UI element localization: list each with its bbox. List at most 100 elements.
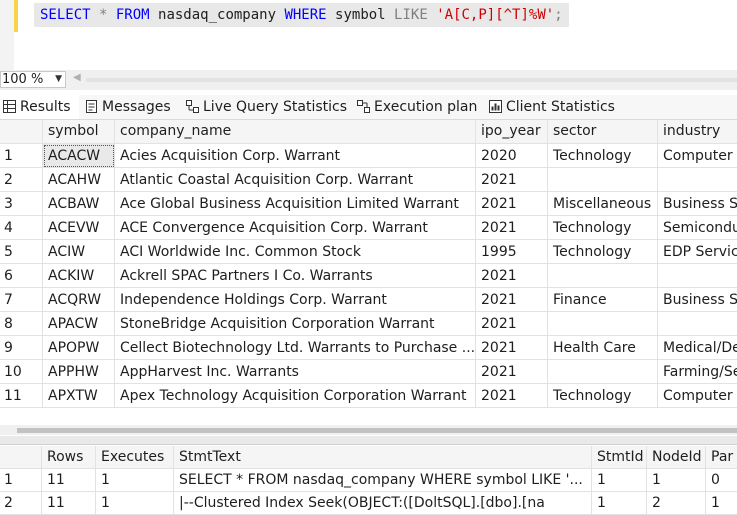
results-cell[interactable]: Technology [548,144,658,168]
results-column-header[interactable]: industry [658,120,737,144]
plan-cell[interactable]: 0 [706,469,737,492]
scroll-left-icon[interactable]: ◀ [73,72,81,83]
results-cell[interactable]: Finance [548,288,658,312]
results-row-number[interactable]: 5 [0,240,43,264]
results-row[interactable]: 5 ACIW ACI Worldwide Inc. Common Stock 1995… [0,240,737,264]
plan-column-header[interactable]: Rows [42,446,96,469]
results-column-header[interactable]: sector [548,120,658,144]
results-cell[interactable]: 2021 [476,384,548,408]
results-cell[interactable]: 2021 [476,360,548,384]
results-row-number[interactable]: 3 [0,192,43,216]
results-cell[interactable]: Apex Technology Acquisition Corporation … [115,384,476,408]
results-cell[interactable] [658,264,737,288]
plan-cell[interactable]: SELECT * FROM nasdaq_company WHERE symbo… [174,469,592,492]
results-cell[interactable] [658,312,737,336]
plan-cell[interactable]: |--Clustered Index Seek(OBJECT:([DoltSQL… [174,492,592,515]
plan-column-header[interactable]: StmtId [592,446,647,469]
results-cell[interactable]: APPHW [43,360,115,384]
tab-execution-plan[interactable]: Execution plan [357,95,477,119]
results-cell[interactable]: APACW [43,312,115,336]
results-cell[interactable]: ACEVW [43,216,115,240]
results-cell[interactable] [548,264,658,288]
plan-cell[interactable]: 1 [592,492,647,515]
results-cell[interactable]: APXTW [43,384,115,408]
results-row[interactable]: 6 ACKIW Ackrell SPAC Partners I Co. Warran… [0,264,737,288]
results-cell[interactable]: 2021 [476,168,548,192]
plan-row[interactable]: 2 11 1 |--Clustered Index Seek(OBJECT:([Do… [0,492,737,515]
results-cell[interactable]: 2021 [476,216,548,240]
results-row[interactable]: 8 APACW StoneBridge Acquisition Corporatio… [0,312,737,336]
results-cell[interactable]: Medical/De [658,336,737,360]
results-cell[interactable]: ACQRW [43,288,115,312]
results-row[interactable]: 3 ACBAW Ace Global Business Acquisition Li… [0,192,737,216]
results-cell[interactable] [548,360,658,384]
scrollbar-thumb[interactable] [17,428,737,433]
plan-row-number[interactable]: 2 [0,492,42,515]
results-cell[interactable]: 2021 [476,336,548,360]
results-cell[interactable]: Business S [658,192,737,216]
results-row[interactable]: 11 APXTW Apex Technology Acquisition Corpo… [0,384,737,408]
results-row[interactable]: 4 ACEVW ACE Convergence Acquisition Corp. … [0,216,737,240]
results-row-number[interactable]: 10 [0,360,43,384]
plan-cell[interactable]: 11 [42,492,96,515]
results-row[interactable]: 7 ACQRW Independence Holdings Corp. Warran… [0,288,737,312]
plan-column-header[interactable]: Par [706,446,737,469]
results-cell[interactable]: 2021 [476,264,548,288]
query-line[interactable]: SELECT * FROM nasdaq_company WHERE symbo… [34,3,569,27]
results-cell[interactable]: 2021 [476,288,548,312]
results-cell[interactable]: Semicondu [658,216,737,240]
plan-cell[interactable]: 2 [647,492,706,515]
results-row-number[interactable]: 7 [0,288,43,312]
editor-horizontal-scrollbar[interactable] [86,78,737,82]
results-cell[interactable]: Atlantic Coastal Acquisition Corp. Warra… [115,168,476,192]
results-cell[interactable]: ACIW [43,240,115,264]
plan-cell[interactable]: 1 [706,492,737,515]
results-cell[interactable]: AppHarvest Inc. Warrants [115,360,476,384]
results-cell[interactable]: Health Care [548,336,658,360]
results-cell[interactable]: Computer S [658,144,737,168]
results-cell[interactable]: Cellect Biotechnology Ltd. Warrants to P… [115,336,476,360]
plan-column-header[interactable]: StmtText [174,446,592,469]
results-row-number[interactable]: 2 [0,168,43,192]
results-cell[interactable]: Acies Acquisition Corp. Warrant [115,144,476,168]
plan-column-header[interactable]: Executes [96,446,174,469]
results-cell[interactable]: Technology [548,240,658,264]
plan-column-header[interactable]: NodeId [647,446,706,469]
results-cell[interactable]: ACKIW [43,264,115,288]
results-column-header[interactable]: company_name [115,120,476,144]
tab-live-query-statistics[interactable]: Live Query Statistics [186,95,347,119]
results-column-header[interactable]: symbol [43,120,115,144]
results-cell[interactable]: 2021 [476,192,548,216]
results-cell[interactable]: APOPW [43,336,115,360]
results-cell[interactable]: Technology [548,384,658,408]
plan-cell[interactable]: 1 [647,469,706,492]
plan-row[interactable]: 1 11 1 SELECT * FROM nasdaq_company WHERE s… [0,469,737,492]
results-cell[interactable] [548,312,658,336]
results-cell[interactable]: 1995 [476,240,548,264]
results-row[interactable]: 9 APOPW Cellect Biotechnology Ltd. Warrant… [0,336,737,360]
results-cell[interactable]: ACACW [43,144,115,168]
tab-results[interactable]: Results [0,95,79,119]
results-cell[interactable]: ACE Convergence Acquisition Corp. Warran… [115,216,476,240]
results-cell[interactable]: Business S [658,288,737,312]
results-cell[interactable]: EDP Servic [658,240,737,264]
results-row-number[interactable]: 6 [0,264,43,288]
results-cell[interactable]: Miscellaneous [548,192,658,216]
plan-cell[interactable]: 1 [96,469,174,492]
plan-row-number[interactable]: 1 [0,469,42,492]
results-row-number[interactable]: 11 [0,384,43,408]
results-row-number[interactable]: 8 [0,312,43,336]
results-horizontal-scrollbar[interactable] [0,425,737,435]
results-cell[interactable] [658,168,737,192]
results-row[interactable]: 1 ACACW Acies Acquisition Corp. Warrant 202… [0,144,737,168]
results-row-number[interactable]: 4 [0,216,43,240]
results-cell[interactable]: ACI Worldwide Inc. Common Stock [115,240,476,264]
plan-cell[interactable]: 1 [96,492,174,515]
results-cell[interactable] [548,168,658,192]
query-editor[interactable]: SELECT * FROM nasdaq_company WHERE symbo… [0,0,737,70]
tab-messages[interactable]: Messages [85,95,171,119]
plan-cell[interactable]: 11 [42,469,96,492]
results-row[interactable]: 10 APPHW AppHarvest Inc. Warrants 2021 Farmi… [0,360,737,384]
results-cell[interactable]: ACAHW [43,168,115,192]
plan-cell[interactable]: 1 [592,469,647,492]
